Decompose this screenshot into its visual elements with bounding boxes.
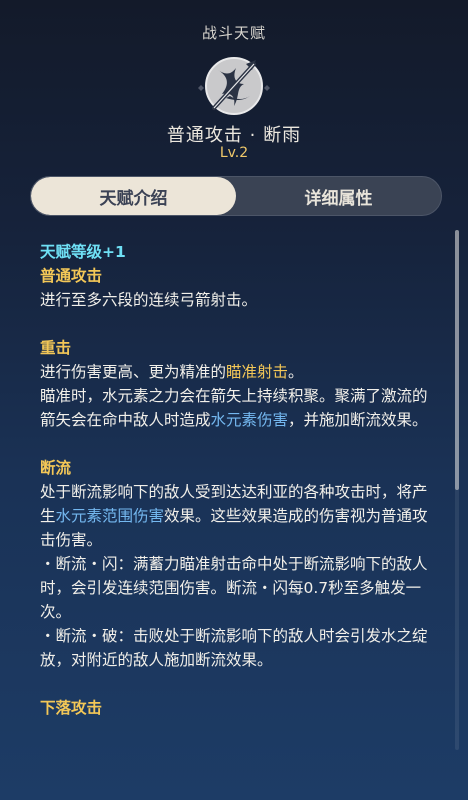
- normal-attack-title: 普通攻击: [40, 267, 103, 285]
- hydro-damage-highlight: 水元素伤害: [210, 411, 289, 429]
- scrollbar[interactable]: [455, 230, 459, 750]
- skill-level: Lv.2: [219, 145, 249, 161]
- charged-attack-line2: 瞄准时，水元素之力会在箭矢上持续积聚。聚满了激流的箭矢会在命中敌人时造成水元素伤…: [40, 387, 428, 429]
- normal-attack-text: 进行至多六段的连续弓箭射击。: [40, 291, 258, 309]
- crossed-arrows-icon: [184, 50, 284, 120]
- plunge-attack-title: 下落攻击: [40, 699, 103, 717]
- talent-description: 天赋等级+1 普通攻击 进行至多六段的连续弓箭射击。 重击 进行伤害更高、更为精…: [40, 240, 440, 720]
- scrollbar-thumb[interactable]: [455, 230, 459, 490]
- charged-attack-title: 重击: [40, 339, 72, 357]
- skill-name: 普通攻击 · 断雨: [166, 125, 302, 146]
- panel-title: 战斗天赋: [201, 24, 266, 42]
- riptide-burst-text: ・断流・破：击败处于断流影响下的敌人时会引发水之绽放，对附近的敌人施加断流效果。: [40, 627, 428, 669]
- talent-panel: 战斗天赋 普通攻击 · 断雨 Lv.2 天赋介绍 详细属性 天赋等级+1 普通攻…: [0, 0, 468, 800]
- riptide-title: 断流: [40, 459, 72, 477]
- tab-detailed-attributes[interactable]: 详细属性: [236, 177, 441, 215]
- riptide-paragraph-1: 处于断流影响下的敌人受到达达利亚的各种攻击时，将产生水元素范围伤害效果。这些效果…: [40, 483, 428, 549]
- riptide-flash-text: ・断流・闪：满蓄力瞄准射击命中处于断流影响下的敌人时，会引发连续范围伤害。断流・…: [40, 555, 428, 621]
- aimed-shot-highlight: 瞄准射击: [226, 363, 289, 381]
- level-bonus: 天赋等级+1: [40, 243, 126, 261]
- tab-talent-intro[interactable]: 天赋介绍: [31, 177, 236, 215]
- charged-attack-line1: 进行伤害更高、更为精准的瞄准射击。: [40, 363, 304, 381]
- hydro-aoe-highlight: 水元素范围伤害: [55, 507, 165, 525]
- tab-bar: 天赋介绍 详细属性: [30, 176, 442, 216]
